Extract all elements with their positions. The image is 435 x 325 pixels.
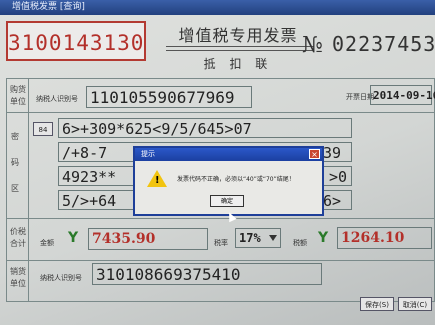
cipher-text: 5/>+64	[62, 192, 117, 210]
chevron-down-icon	[269, 235, 277, 241]
save-button[interactable]: 保存(S)	[360, 297, 394, 311]
cipher-line-1[interactable]: 6>+309*625<9/5/645>07	[58, 118, 352, 138]
row-divider	[6, 112, 435, 113]
invoice-date: 2014-09-16	[373, 89, 435, 102]
cipher-fragment: 39	[323, 144, 342, 162]
invoice-title: 增值税专用发票	[178, 26, 298, 45]
amount-label: 金额	[40, 239, 54, 247]
totals-section-label: 价税合计	[10, 227, 26, 248]
seller-section-label: 销货单位	[10, 267, 26, 288]
tax-rate-select[interactable]: 17%	[235, 228, 281, 248]
amount-value: 7435.90	[92, 231, 156, 247]
tax-value: 1264.10	[341, 230, 405, 246]
row-divider	[6, 218, 435, 219]
seller-tax-id-label: 纳税人识别号	[40, 274, 82, 282]
seller-tax-id-field[interactable]: 310108669375410	[92, 263, 322, 285]
tax-rate-value: 17%	[239, 231, 261, 245]
buyer-tax-id-field[interactable]: 110105590677969	[86, 86, 252, 108]
invoice-window: 增值税发票 [查询] 3100143130 增值税专用发票 抵 扣 联 № 02…	[0, 0, 435, 325]
title-double-rule	[166, 46, 314, 51]
tax-currency-symbol: Y	[318, 230, 329, 246]
column-divider	[28, 78, 29, 302]
cipher-fragment: 6>	[323, 192, 342, 210]
cipher-text: 4923**	[62, 168, 117, 186]
dialog-titlebar: 提示	[135, 148, 322, 161]
alert-dialog: 提示 × ! 发票代码不正确，必须以“40”或“70”结尾！ 确定	[133, 146, 324, 216]
invoice-subtitle: 抵 扣 联	[203, 57, 273, 71]
buyer-tax-id: 110105590677969	[90, 88, 235, 107]
cancel-button[interactable]: 取消(C)	[398, 297, 432, 311]
window-title: 增值税发票 [查询]	[12, 2, 85, 12]
amount-field[interactable]: 7435.90	[88, 228, 208, 250]
buyer-section-label: 购货单位	[10, 85, 26, 106]
cipher-text: /+8-7	[62, 144, 108, 162]
cipher-section-label: 密 码 区	[11, 132, 19, 193]
close-icon[interactable]: ×	[309, 149, 320, 159]
tax-label: 税额	[293, 239, 307, 247]
date-field[interactable]: 2014-09-16	[370, 85, 435, 105]
invoice-code: 3100143130	[6, 21, 146, 61]
number-sign: №	[302, 33, 323, 58]
window-titlebar: 增值税发票 [查询]	[0, 0, 435, 15]
buyer-tax-id-label: 纳税人识别号	[36, 95, 78, 103]
ok-button[interactable]: 确定	[210, 195, 244, 207]
amount-currency-symbol: Y	[68, 230, 79, 246]
warning-icon-mark: !	[155, 175, 160, 186]
invoice-number: 02237453	[332, 32, 435, 56]
dialog-message: 发票代码不正确，必须以“40”或“70”结尾！	[177, 176, 295, 183]
tax-field[interactable]: 1264.10	[337, 227, 432, 249]
cipher-text: 6>+309*625<9/5/645>07	[62, 120, 252, 138]
seller-tax-id: 310108669375410	[96, 265, 241, 284]
tax-rate-label: 税率	[214, 239, 228, 247]
cipher-fragment: >0	[329, 168, 348, 186]
cipher-toggle-button[interactable]: 84	[33, 122, 53, 136]
dialog-title: 提示	[141, 150, 155, 158]
row-divider	[6, 260, 435, 261]
